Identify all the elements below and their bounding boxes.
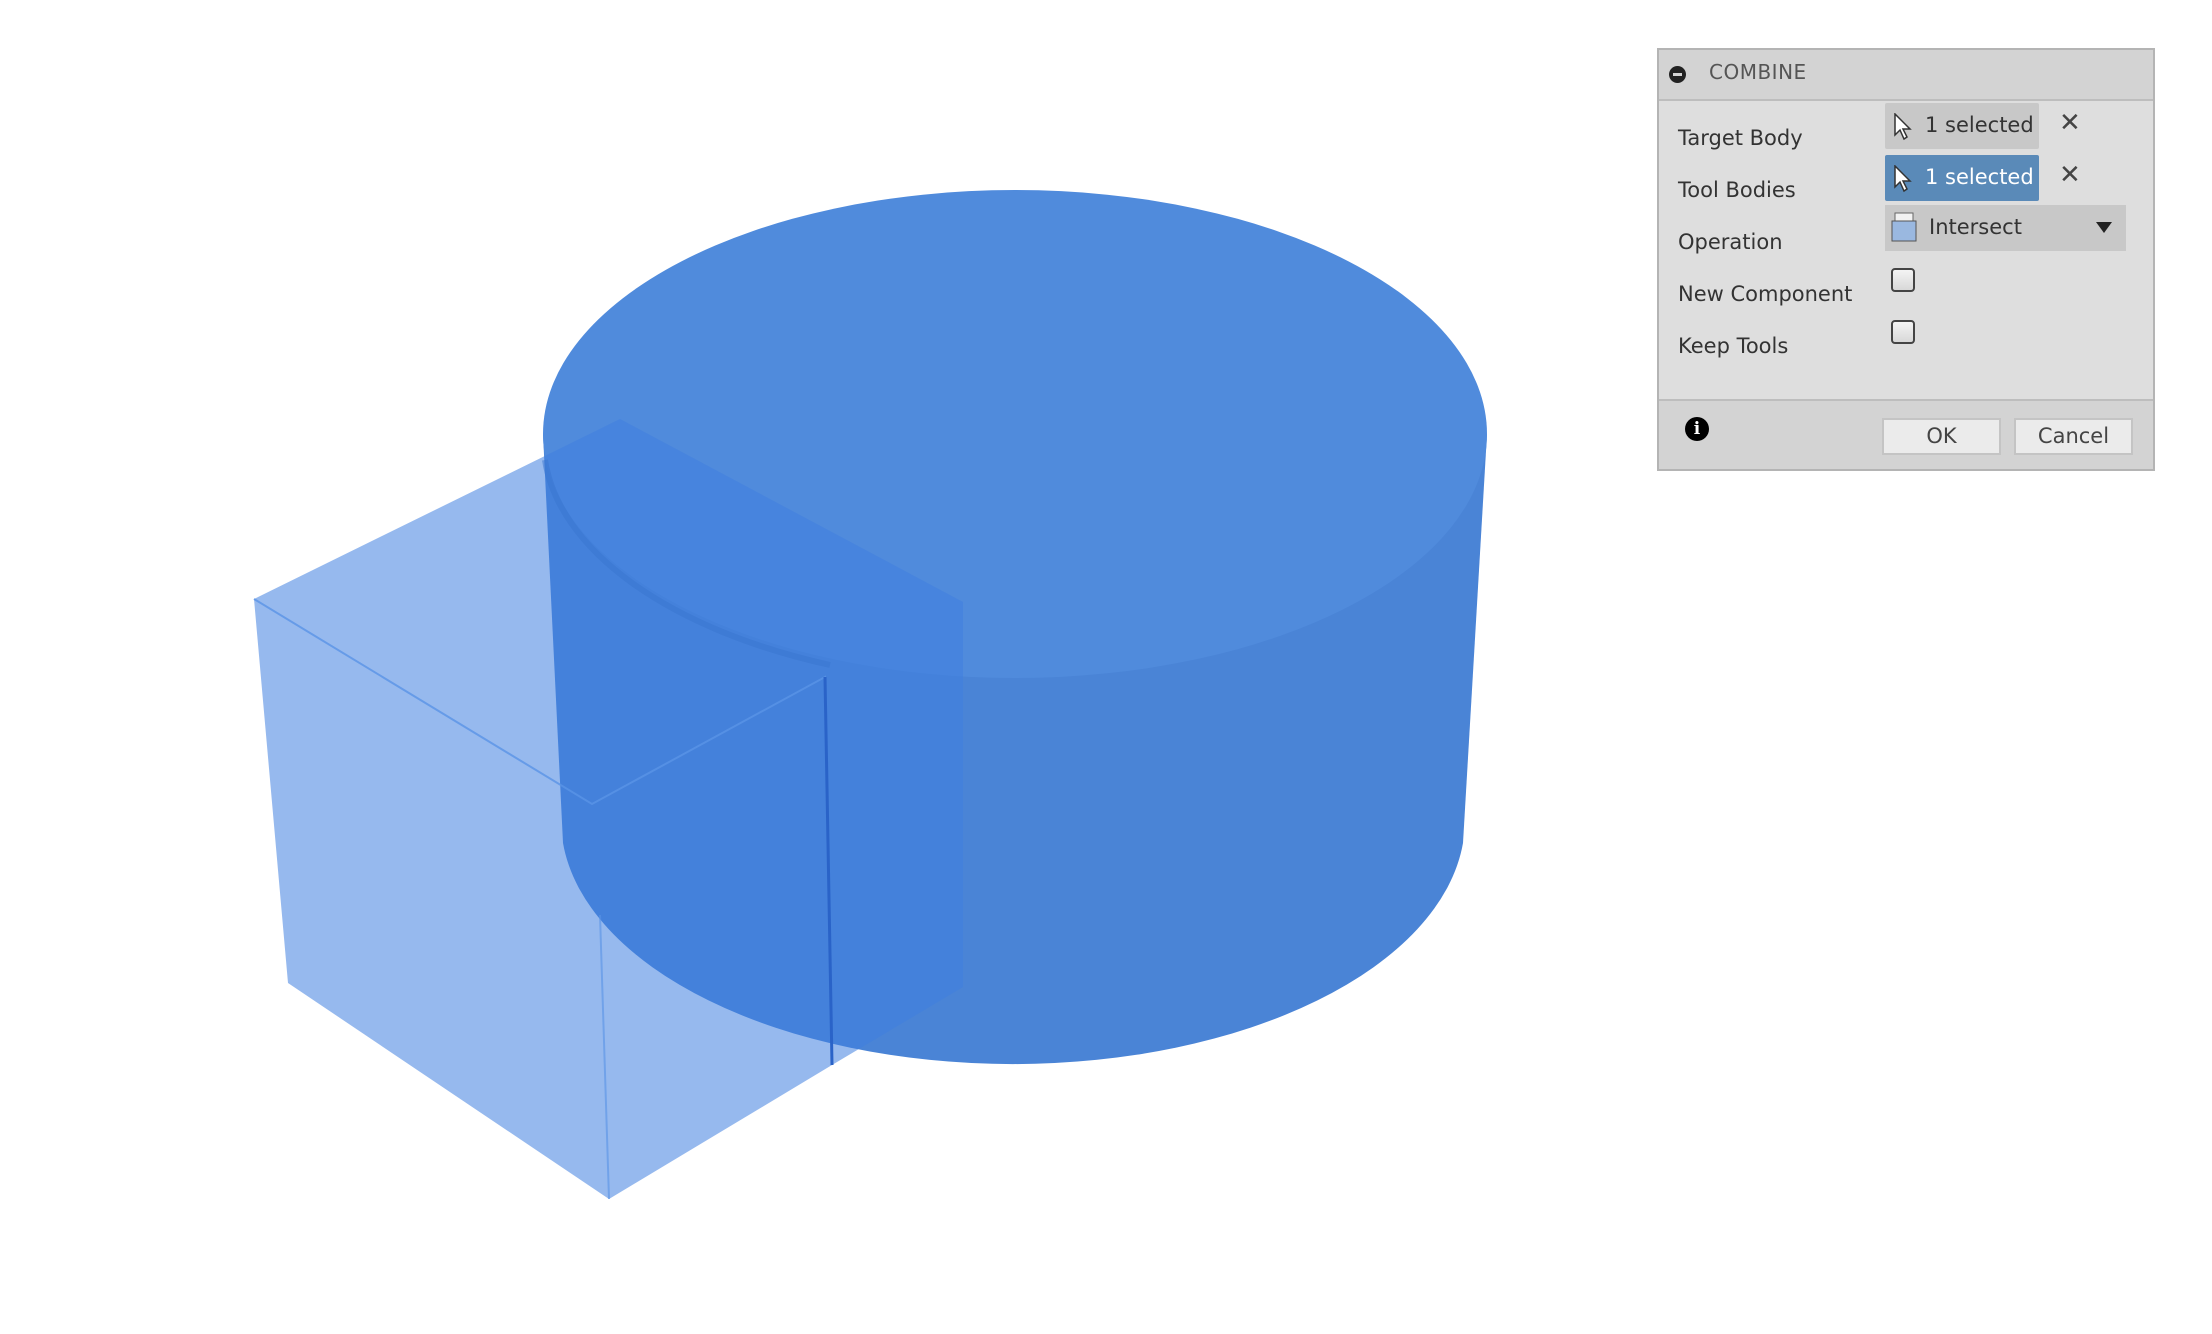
new-component-label: New Component	[1678, 282, 1853, 306]
dialog-title: COMBINE	[1709, 60, 1807, 84]
chevron-down-icon	[2096, 222, 2112, 233]
dialog-footer: i OK Cancel	[1659, 399, 2153, 469]
tool-bodies-value: 1 selected	[1925, 165, 2034, 189]
info-icon[interactable]: i	[1685, 417, 1709, 441]
operation-label: Operation	[1678, 230, 1783, 254]
cursor-arrow-icon	[1894, 165, 1912, 193]
combine-dialog: COMBINE Target Body 1 selected ✕ Tool Bo…	[1657, 48, 2155, 471]
clear-tool-bodies-icon[interactable]: ✕	[2059, 160, 2081, 190]
clear-target-body-icon[interactable]: ✕	[2059, 108, 2081, 138]
cursor-arrow-icon	[1894, 113, 1912, 141]
operation-value: Intersect	[1929, 215, 2022, 239]
minus-circle-icon[interactable]	[1669, 66, 1686, 83]
tool-bodies-label: Tool Bodies	[1678, 178, 1796, 202]
target-body-value: 1 selected	[1925, 113, 2034, 137]
target-body-selector[interactable]: 1 selected	[1885, 103, 2039, 149]
tool-bodies-selector[interactable]: 1 selected	[1885, 155, 2039, 201]
ok-button[interactable]: OK	[1882, 418, 2001, 455]
keep-tools-checkbox[interactable]	[1891, 320, 1915, 344]
new-component-checkbox[interactable]	[1891, 268, 1915, 292]
cancel-button[interactable]: Cancel	[2014, 418, 2133, 455]
dialog-header: COMBINE	[1659, 50, 2153, 101]
target-body-label: Target Body	[1678, 126, 1803, 150]
intersect-icon	[1891, 212, 1917, 242]
keep-tools-label: Keep Tools	[1678, 334, 1789, 358]
operation-dropdown[interactable]: Intersect	[1885, 205, 2126, 251]
